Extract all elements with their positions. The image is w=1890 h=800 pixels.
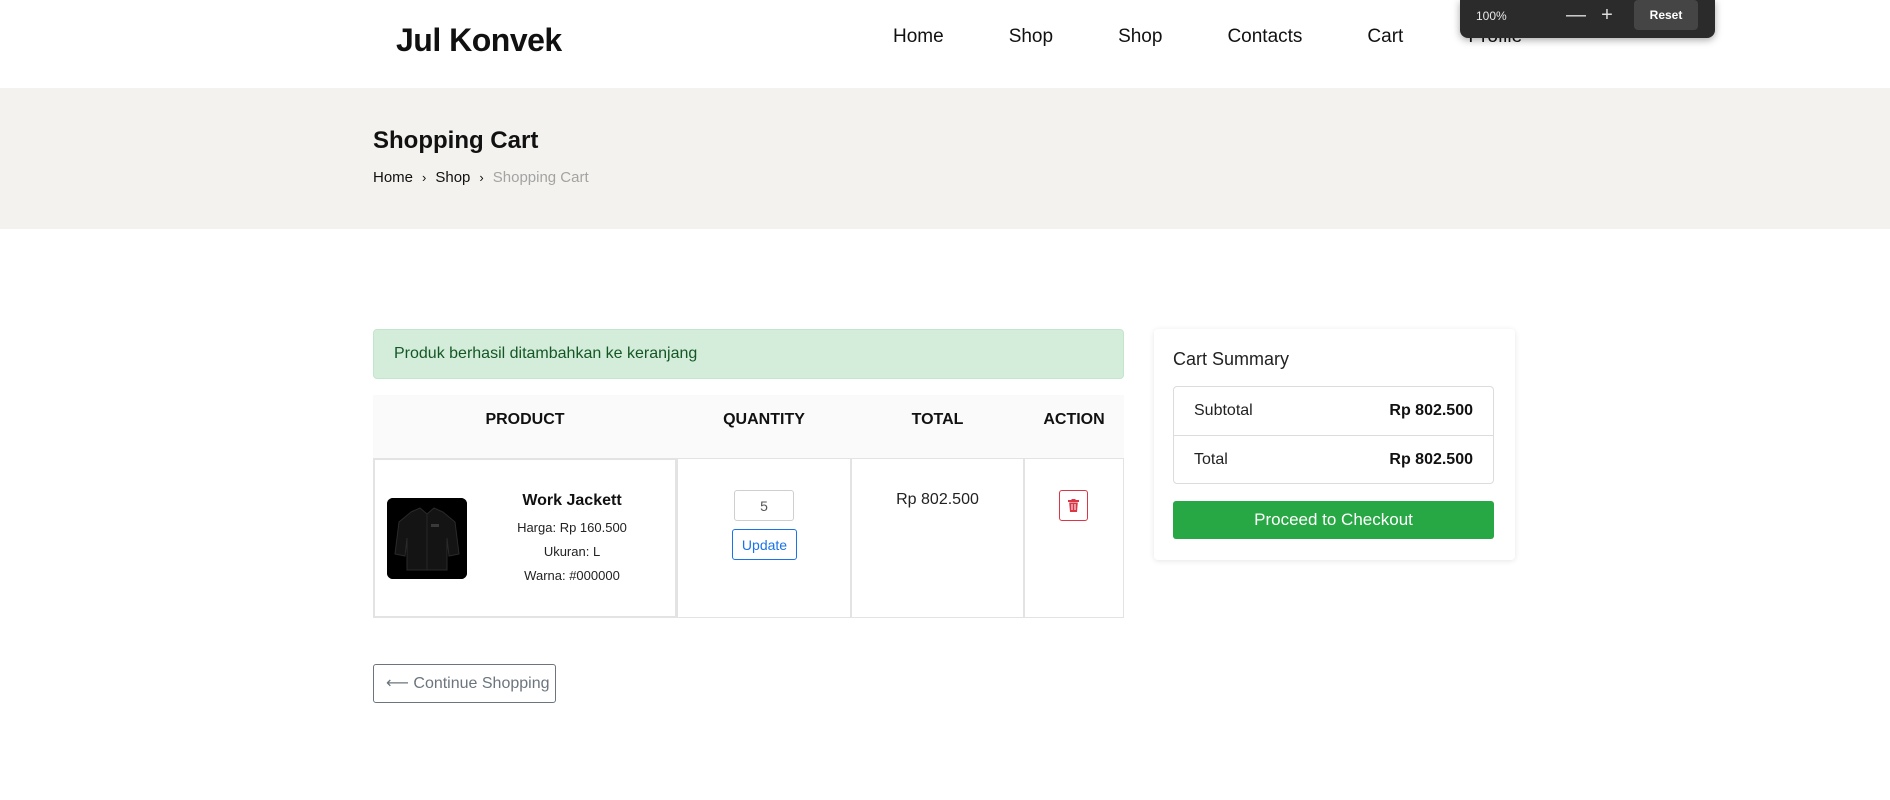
total-row: Total Rp 802.500 <box>1174 435 1493 483</box>
summary-box: Subtotal Rp 802.500 Total Rp 802.500 <box>1173 386 1494 484</box>
zoom-out-button[interactable]: — <box>1563 3 1589 29</box>
product-thumbnail <box>387 498 467 579</box>
checkout-button[interactable]: Proceed to Checkout <box>1173 501 1494 539</box>
header-quantity: QUANTITY <box>723 411 805 428</box>
product-name[interactable]: Work Jackett <box>467 492 677 510</box>
zoom-popup: 100% — + Reset <box>1460 0 1715 38</box>
nav-shop-2[interactable]: Shop <box>1118 26 1162 48</box>
breadcrumb-shop[interactable]: Shop <box>435 169 470 186</box>
row-total: Rp 802.500 <box>896 491 979 508</box>
nav-contacts[interactable]: Contacts <box>1227 26 1302 48</box>
page-banner: Shopping Cart Home › Shop › Shopping Car… <box>0 88 1890 229</box>
quantity-input[interactable] <box>734 490 794 521</box>
table-row: Work Jackett Harga: Rp 160.500 Ukuran: L… <box>373 458 1124 618</box>
nav-home[interactable]: Home <box>893 26 944 48</box>
breadcrumb-current: Shopping Cart <box>492 169 589 186</box>
action-cell <box>1024 458 1124 618</box>
zoom-level: 100% <box>1476 9 1507 23</box>
product-size: Ukuran: L <box>543 544 601 559</box>
trash-icon <box>1068 499 1079 512</box>
subtotal-value: Rp 802.500 <box>1389 402 1473 419</box>
table-header: PRODUCT QUANTITY TOTAL ACTION <box>373 395 1124 458</box>
cart-summary: Cart Summary Subtotal Rp 802.500 Total R… <box>1154 329 1515 560</box>
success-alert: Produk berhasil ditambahkan ke keranjang <box>373 329 1124 379</box>
update-button[interactable]: Update <box>732 529 797 560</box>
page-title: Shopping Cart <box>373 127 539 154</box>
breadcrumb: Home › Shop › Shopping Cart <box>373 169 589 186</box>
site-logo[interactable]: Jul Konvek <box>396 22 562 59</box>
total-cell: Rp 802.500 <box>851 458 1024 618</box>
chevron-right-icon: › <box>479 170 484 185</box>
zoom-in-button[interactable]: + <box>1594 3 1620 29</box>
subtotal-label: Subtotal <box>1194 402 1253 419</box>
main-nav: Home Shop Shop Contacts Cart Profile <box>893 26 1522 48</box>
product-color: Warna: #000000 <box>524 568 620 583</box>
chevron-right-icon: › <box>422 170 427 185</box>
total-value: Rp 802.500 <box>1389 450 1473 468</box>
subtotal-row: Subtotal Rp 802.500 <box>1174 387 1493 435</box>
total-label: Total <box>1194 450 1228 468</box>
nav-shop[interactable]: Shop <box>1009 26 1053 48</box>
cart-table: PRODUCT QUANTITY TOTAL ACTION Work Jacke… <box>373 395 1124 618</box>
nav-cart[interactable]: Cart <box>1367 26 1403 48</box>
header-product: PRODUCT <box>485 411 565 428</box>
breadcrumb-home[interactable]: Home <box>373 169 413 186</box>
product-info: Work Jackett Harga: Rp 160.500 Ukuran: L… <box>467 492 677 588</box>
header-total: TOTAL <box>911 411 964 428</box>
continue-shopping-button[interactable]: ⟵ Continue Shopping <box>373 664 556 703</box>
zoom-reset-button[interactable]: Reset <box>1634 0 1698 30</box>
delete-button[interactable] <box>1059 490 1088 521</box>
summary-title: Cart Summary <box>1173 349 1290 369</box>
quantity-cell: Update <box>677 458 851 618</box>
product-price: Harga: Rp 160.500 <box>517 520 627 535</box>
header-action: ACTION <box>1043 411 1105 428</box>
product-cell: Work Jackett Harga: Rp 160.500 Ukuran: L… <box>373 458 677 618</box>
